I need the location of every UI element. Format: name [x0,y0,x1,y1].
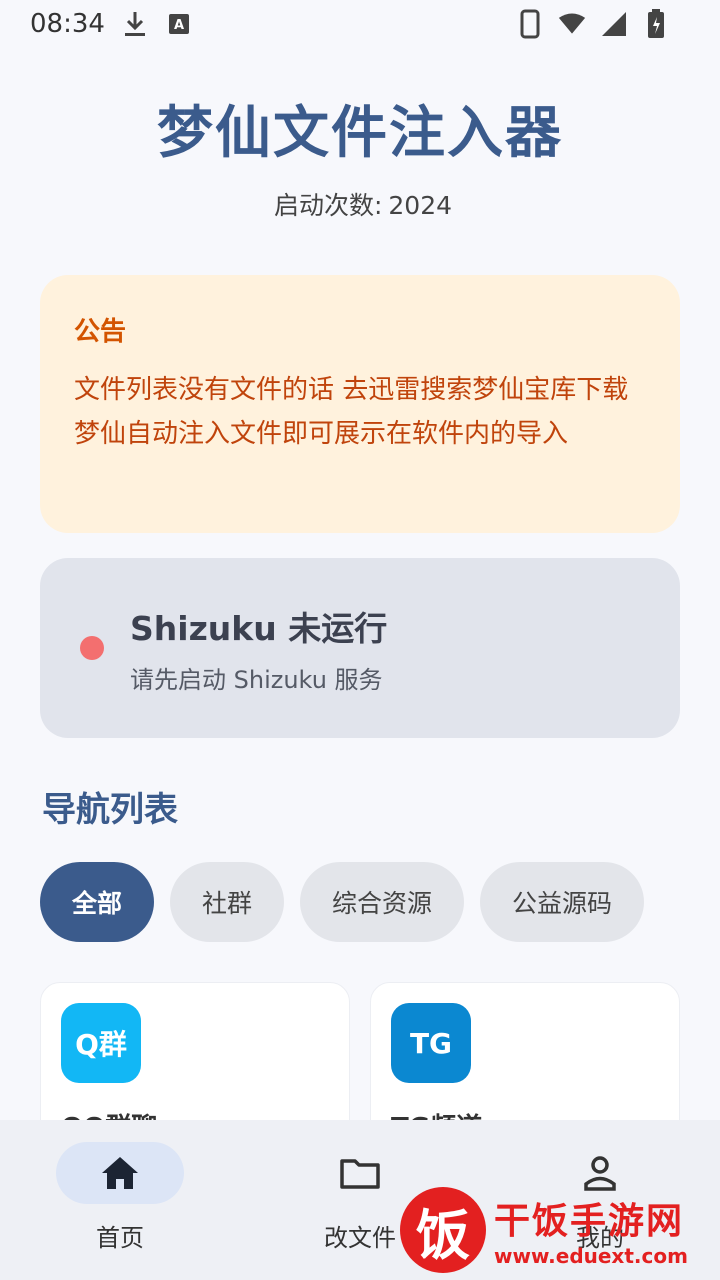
notice-body: 文件列表没有文件的话 去迅雷搜索梦仙宝库下载梦仙自动注入文件即可展示在软件内的导… [74,375,629,449]
signal-icon [600,8,628,40]
watermark-url: www.eduext.com [494,1244,688,1268]
chip-open-source[interactable]: 公益源码 [480,862,645,942]
notice-card: 公告 文件列表没有文件的话 去迅雷搜索梦仙宝库下载梦仙自动注入文件即可展示在软件… [40,275,680,533]
shizuku-status-subtitle: 请先启动 Shizuku 服务 [130,665,383,694]
chip-all[interactable]: 全部 [40,862,155,942]
watermark-title: 干饭手游网 [494,1201,685,1242]
page-title: 梦仙文件注入器 [157,101,563,166]
watermark-logo: 饭 [400,1187,486,1273]
launch-count-value: 2024 [388,191,453,220]
status-bar: 08:34 A [0,0,720,48]
svg-text:A: A [174,18,184,33]
shizuku-status-card[interactable]: Shizuku 未运行 请先启动 Shizuku 服务 [40,558,680,738]
a-keyboard-icon: A [165,8,193,40]
phone-icon [516,8,544,40]
bottom-nav-home[interactable]: 首页 [0,1120,240,1280]
chip-community[interactable]: 社群 [170,862,285,942]
qq-group-icon: Q群 [61,1003,141,1083]
notice-title: 公告 [74,317,127,347]
status-time: 08:34 [30,9,105,39]
bottom-nav-label: 首页 [96,1224,144,1252]
bottom-nav-label: 改文件 [324,1224,396,1252]
nav-list-heading: 导航列表 [42,790,178,830]
category-chips: 全部 社群 综合资源 公益源码 [40,862,645,942]
telegram-icon: TG [391,1003,471,1083]
watermark: 饭 干饭手游网 www.eduext.com [400,1185,710,1275]
chip-resources[interactable]: 综合资源 [300,862,465,942]
launch-count: 启动次数: 2024 [0,186,720,222]
status-dot [80,636,104,660]
launch-count-label: 启动次数: [273,191,383,220]
wifi-icon [558,8,586,40]
shizuku-status-title: Shizuku 未运行 [130,608,388,648]
download-icon [121,8,149,40]
battery-icon [642,8,670,40]
home-icon [56,1142,184,1204]
